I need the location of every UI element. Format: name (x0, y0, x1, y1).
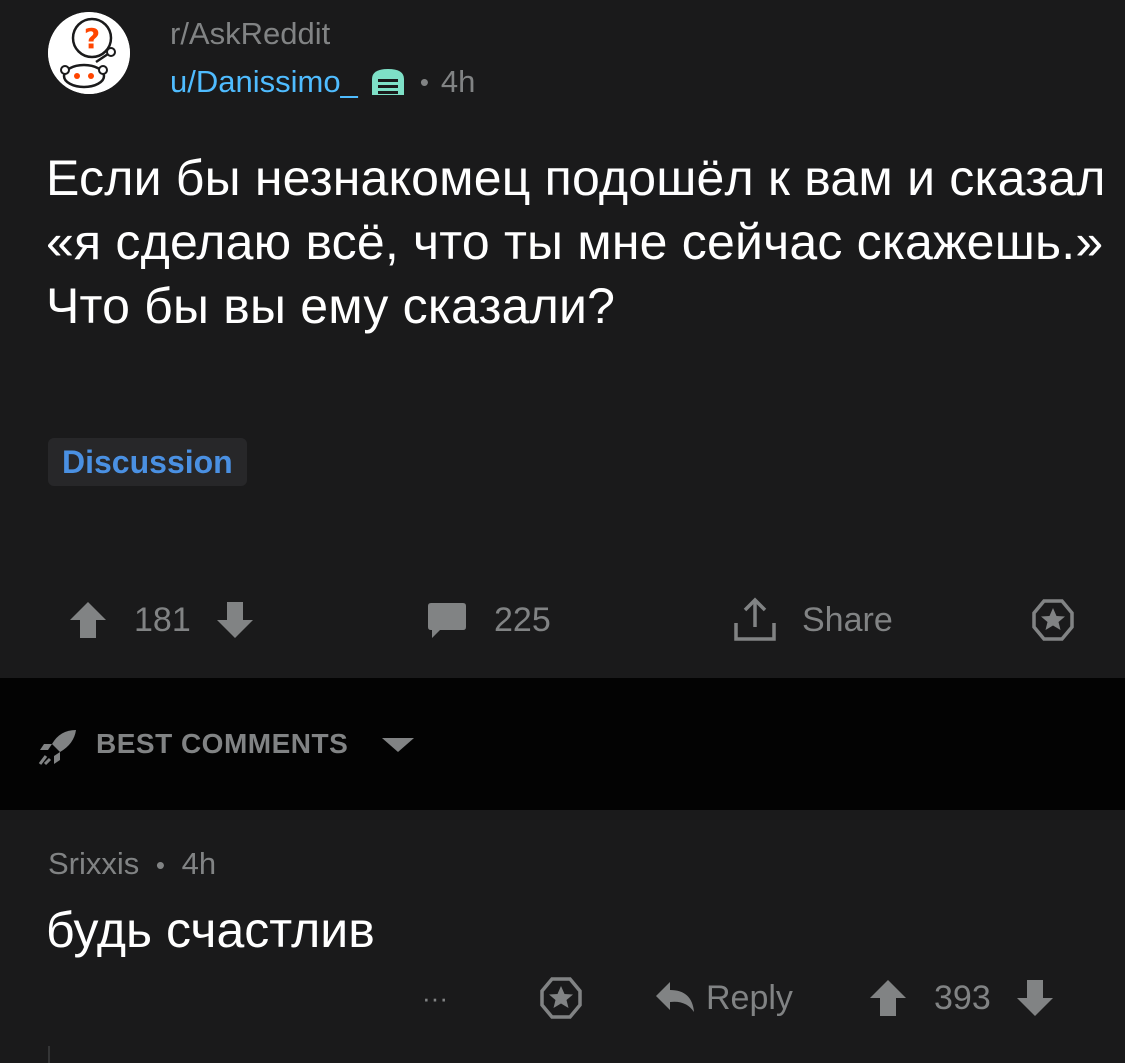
more-icon[interactable]: ··· (422, 970, 448, 1026)
share-button[interactable]: Share (732, 590, 893, 650)
comment-count: 225 (494, 600, 551, 639)
share-label: Share (802, 600, 893, 639)
sort-label: BEST COMMENTS (96, 728, 349, 759)
comment-icon (426, 599, 468, 641)
post-score: 181 (134, 600, 191, 639)
reply-icon (652, 978, 698, 1018)
upvote-icon[interactable] (66, 598, 110, 642)
askreddit-avatar-icon[interactable]: ? (48, 12, 130, 94)
share-icon (732, 597, 778, 643)
reply-label: Reply (706, 978, 793, 1017)
chevron-down-icon (382, 738, 414, 754)
comment-author[interactable]: Srixxis (48, 846, 139, 881)
comment-score: 393 (934, 978, 991, 1017)
comment-actions-bar: ··· Reply 393 (0, 970, 1125, 1026)
reply-button[interactable]: Reply (652, 970, 793, 1026)
gold-award-icon[interactable] (1030, 590, 1076, 650)
post-title[interactable]: Если бы незнакомец подошёл к вам и сказа… (46, 146, 1106, 338)
downvote-icon[interactable] (1013, 976, 1057, 1020)
post-username[interactable]: u/Danissimo_ (170, 62, 358, 102)
downvote-icon[interactable] (213, 598, 257, 642)
vote-group: 181 (66, 590, 257, 650)
award-icon (366, 65, 410, 99)
thread-line (48, 1046, 50, 1063)
comment-vote-group: 393 (866, 970, 1057, 1026)
meta-separator: • (155, 850, 166, 880)
comment-body: будь счастлив (46, 902, 375, 958)
comment-item: Srixxis • 4h будь счастлив ··· Reply 393 (0, 810, 1125, 1063)
post-flair[interactable]: Discussion (48, 438, 247, 486)
subreddit-name[interactable]: r/AskReddit (170, 14, 330, 54)
rocket-icon (36, 726, 82, 768)
meta-separator: • (419, 67, 429, 97)
comments-button[interactable]: 225 (426, 590, 551, 650)
svg-text:?: ? (84, 22, 100, 55)
post-author-line: u/Danissimo_ • 4h (170, 62, 475, 102)
post-actions-bar: 181 225 Share (0, 590, 1125, 650)
post-time: 4h (440, 64, 476, 99)
gold-award-icon[interactable] (538, 970, 584, 1026)
comment-meta: Srixxis • 4h (48, 844, 216, 885)
comment-sort-bar[interactable]: BEST COMMENTS (0, 678, 1125, 810)
upvote-icon[interactable] (866, 976, 910, 1020)
post-card: ? r/AskReddit u/Danissimo_ • 4h Если бы … (0, 0, 1125, 678)
comment-time: 4h (181, 846, 217, 881)
